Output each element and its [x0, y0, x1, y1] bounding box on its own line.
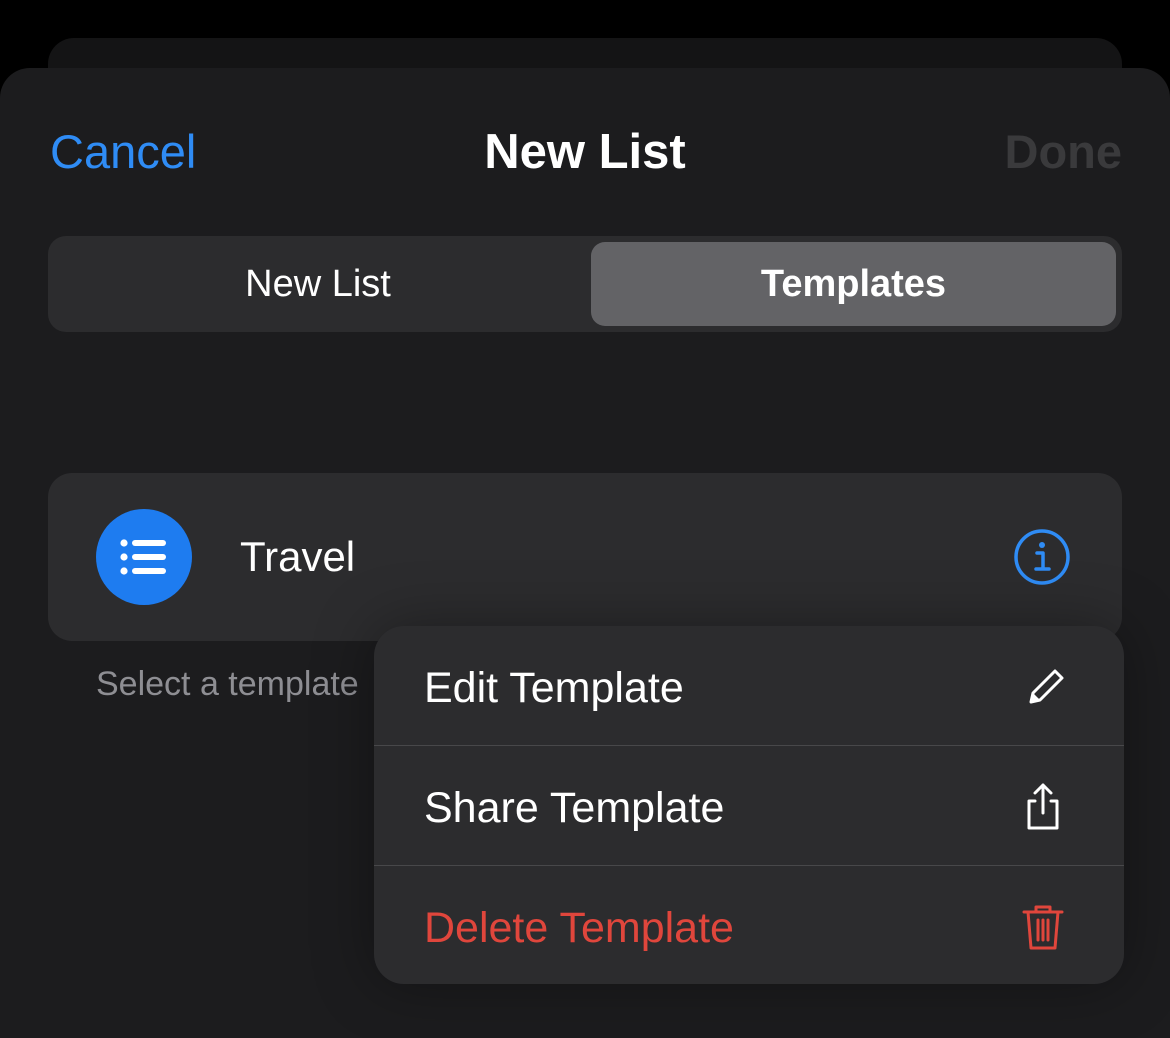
segment-new-list[interactable]: New List: [52, 242, 584, 326]
trash-icon: [1018, 902, 1068, 952]
screen: Cancel New List Done New List Templates …: [0, 0, 1170, 1038]
info-icon[interactable]: [1012, 527, 1072, 587]
template-footer-hint: Select a template: [96, 665, 359, 703]
template-row-travel[interactable]: Travel: [48, 473, 1122, 641]
template-name: Travel: [240, 533, 356, 580]
list-bullet-icon: [96, 509, 192, 605]
menu-item-label: Delete Template: [424, 904, 734, 952]
menu-item-delete-template[interactable]: Delete Template: [374, 866, 1124, 984]
segment-templates[interactable]: Templates: [591, 242, 1116, 326]
menu-item-label: Share Template: [424, 784, 725, 832]
pencil-icon: [1018, 662, 1068, 712]
segmented-control: New List Templates: [48, 236, 1122, 332]
cancel-button[interactable]: Cancel: [50, 124, 196, 180]
share-icon: [1018, 782, 1068, 832]
context-menu: Edit Template Share Template Delete Temp…: [374, 626, 1124, 984]
menu-item-label: Edit Template: [424, 664, 684, 712]
done-button[interactable]: Done: [1005, 124, 1123, 180]
menu-item-edit-template[interactable]: Edit Template: [374, 626, 1124, 746]
page-title: New List: [484, 125, 686, 179]
menu-item-share-template[interactable]: Share Template: [374, 746, 1124, 866]
